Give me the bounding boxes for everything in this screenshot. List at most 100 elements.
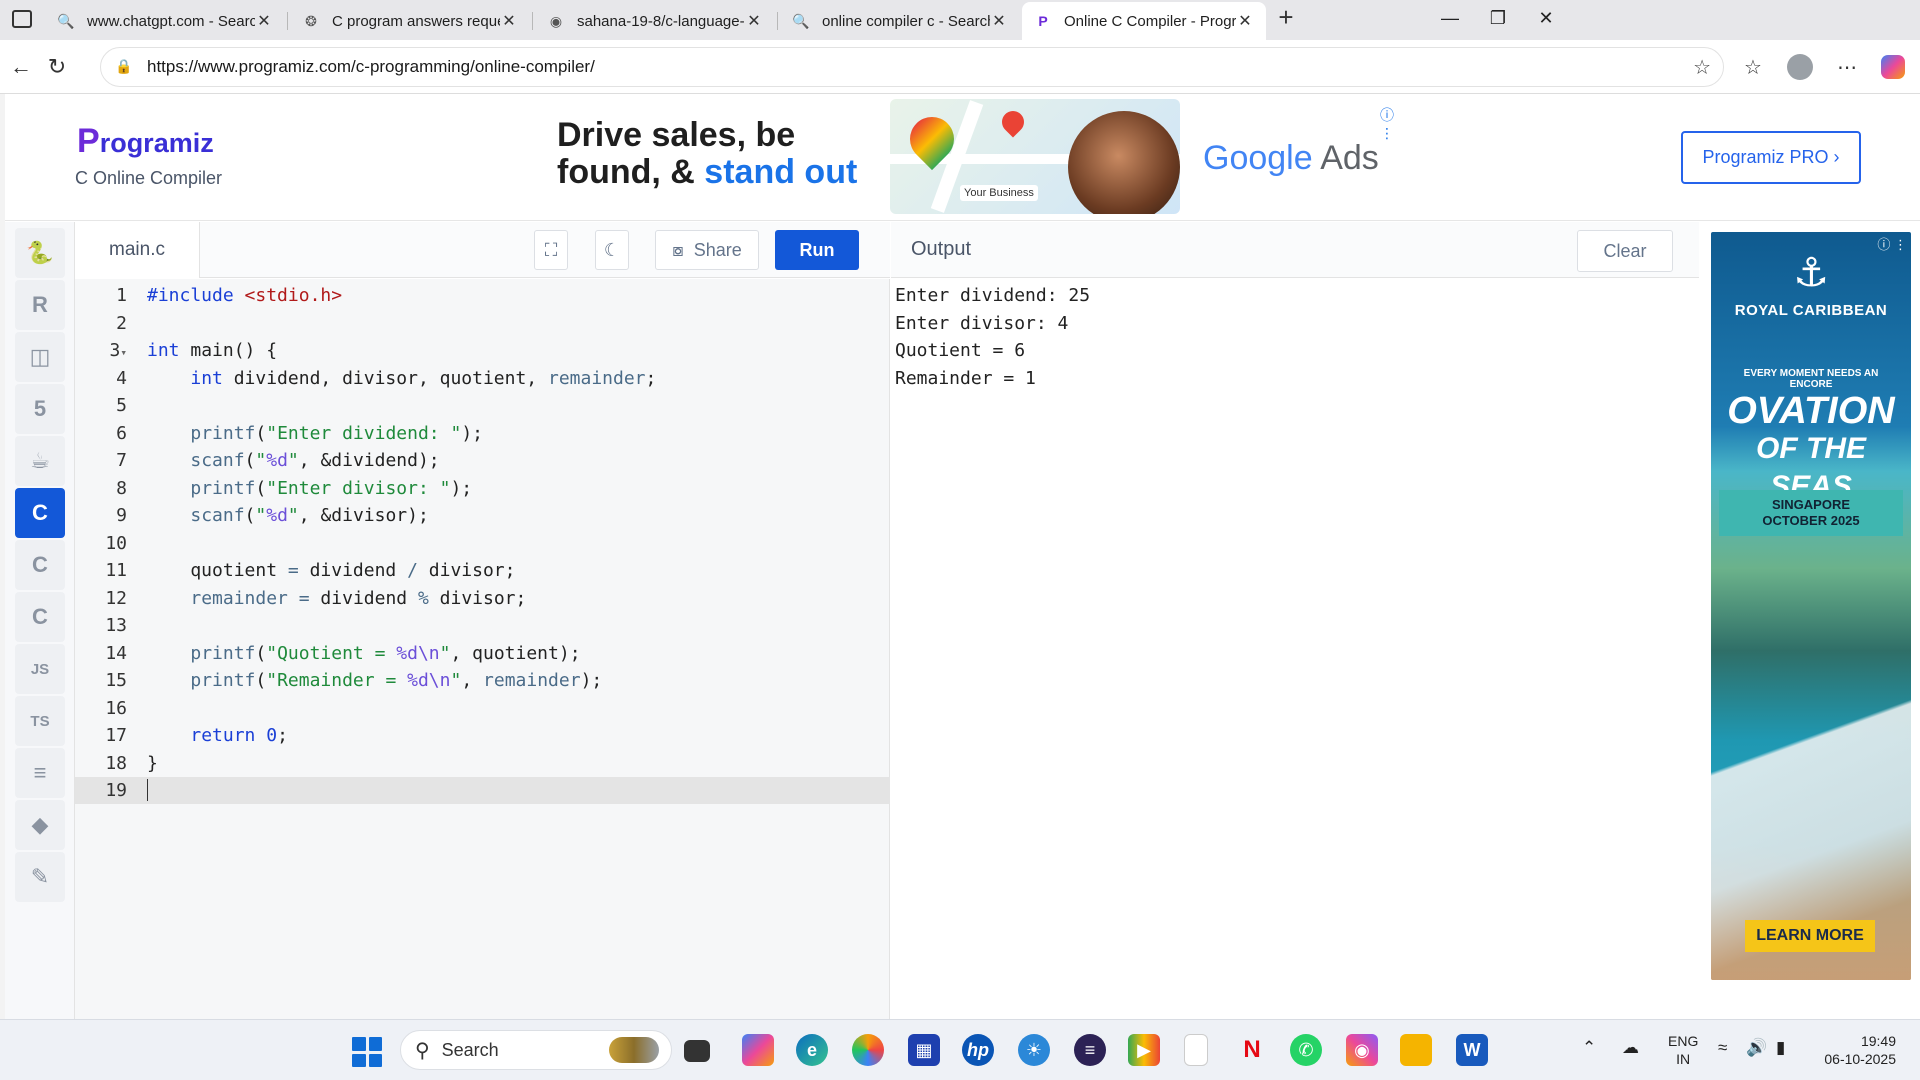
store-icon[interactable]: ▦ [908, 1034, 940, 1066]
search-icon: 🔍 [792, 12, 810, 29]
tab-github[interactable]: ◉ sahana-19-8/c-language-program ✕ [535, 2, 775, 40]
onedrive-icon[interactable]: ☁ [1622, 1038, 1639, 1058]
profile-avatar[interactable] [1785, 52, 1815, 82]
r-lang-icon[interactable]: R [15, 280, 65, 330]
tab-separator [287, 12, 288, 30]
file-icon[interactable] [1184, 1034, 1208, 1066]
chatgpt-icon: ❂ [305, 12, 317, 29]
javascript-icon[interactable]: JS [15, 644, 65, 694]
netflix-icon[interactable]: N [1236, 1034, 1268, 1066]
go-icon[interactable]: ≡ [15, 748, 65, 798]
file-tab[interactable]: main.c [75, 222, 200, 278]
photos-icon[interactable] [852, 1034, 884, 1066]
c-lang-icon[interactable]: C [15, 488, 65, 538]
tab-actions-icon[interactable] [12, 10, 32, 28]
volume-icon[interactable]: 🔊 [1746, 1038, 1767, 1058]
lock-icon: 🔒 [115, 58, 133, 74]
editor-toolbar: main.c ⛶ ☾ ⧇ Share Run [75, 222, 890, 278]
tab-online-compiler-search[interactable]: 🔍 online compiler c - Search ✕ [780, 2, 1020, 40]
weather-icon[interactable]: ☀ [1018, 1034, 1050, 1066]
close-icon[interactable]: ✕ [255, 11, 273, 31]
tab-title: C program answers request [332, 12, 500, 30]
python-icon[interactable]: 🐍 [15, 228, 65, 278]
banner-ad[interactable]: Drive sales, be found, & stand out Your … [545, 99, 1395, 214]
favorites-icon[interactable]: ☆ [1738, 52, 1768, 82]
close-icon[interactable]: ✕ [990, 11, 1008, 31]
copilot-icon[interactable] [742, 1034, 774, 1066]
sql-icon[interactable]: ◫ [15, 332, 65, 382]
whatsapp-icon[interactable]: ✆ [1290, 1034, 1322, 1066]
ad-headline-line-1: Drive sales, be [557, 116, 796, 154]
dark-mode-icon[interactable]: ☾ [595, 230, 629, 270]
typescript-icon[interactable]: TS [15, 696, 65, 746]
eclipse-icon[interactable]: ≡ [1074, 1034, 1106, 1066]
chevron-up-icon[interactable]: ⌃ [1582, 1038, 1596, 1058]
taskbar: ⚲ Search e ▦ hp ☀ ≡ ▶ N ✆ ◉ W ⌃ ☁ ENG IN… [0, 1019, 1920, 1080]
code-editor[interactable]: 1 #include <stdio.h> 2 3▾ int main() { 4 i… [75, 279, 890, 1019]
ad-tagline: EVERY MOMENT NEEDS AN ENCORE [1743, 368, 1879, 390]
kotlin-icon[interactable]: ✎ [15, 852, 65, 902]
ad-destination-line-2: OCTOBER 2025 [1762, 513, 1860, 528]
tab-chatgpt-search[interactable]: 🔍 www.chatgpt.com - Search ✕ [45, 2, 285, 40]
swift-icon[interactable]: ◆ [15, 800, 65, 850]
hp-icon[interactable]: hp [962, 1034, 994, 1066]
edge-browser-icon[interactable]: e [796, 1034, 828, 1066]
word-icon[interactable]: W [1456, 1034, 1488, 1066]
programiz-pro-button[interactable]: Programiz PRO › [1681, 131, 1861, 184]
refresh-icon[interactable]: ↻ [42, 52, 72, 82]
new-tab-button[interactable]: + [1272, 4, 1300, 32]
page-subtitle: C Online Compiler [75, 168, 223, 188]
code-line: 12 remainder = dividend % divisor; [105, 587, 527, 609]
clock[interactable]: 19:49 06-10-2025 [1812, 1032, 1896, 1068]
close-icon[interactable]: ✕ [1236, 11, 1254, 31]
close-icon[interactable]: ✕ [745, 11, 763, 31]
close-icon[interactable]: ✕ [500, 11, 518, 31]
close-window-icon[interactable]: ✕ [1526, 8, 1566, 29]
instagram-icon[interactable]: ◉ [1346, 1034, 1378, 1066]
url-field[interactable]: 🔒 https://www.programiz.com/c-programmin… [100, 47, 1724, 87]
cpp-icon[interactable]: C [15, 540, 65, 590]
ad-ship-line-1: OVATION [1727, 390, 1895, 432]
task-view-icon[interactable] [684, 1040, 710, 1062]
html-icon[interactable]: 5 [15, 384, 65, 434]
meet-icon[interactable]: ▶ [1128, 1034, 1160, 1066]
language-indicator[interactable]: ENG IN [1668, 1032, 1698, 1068]
csharp-icon[interactable]: C [15, 592, 65, 642]
tab-programiz[interactable]: P Online C Compiler - Programiz ✕ [1022, 2, 1266, 40]
programiz-logo[interactable]: Programiz [77, 122, 214, 161]
learn-more-button[interactable]: LEARN MORE [1745, 920, 1875, 952]
battery-icon[interactable]: ▮ [1776, 1038, 1785, 1058]
minimize-icon[interactable]: — [1430, 8, 1470, 29]
java-icon[interactable]: ☕ [15, 436, 65, 486]
share-button[interactable]: ⧇ Share [655, 230, 759, 270]
clear-button[interactable]: Clear [1577, 230, 1673, 272]
more-menu-icon[interactable]: ⋯ [1832, 52, 1862, 82]
code-line: 3▾ int main() { [109, 340, 278, 361]
code-line: 8 printf("Enter divisor: "); [116, 477, 473, 499]
start-windows-icon[interactable] [352, 1037, 382, 1067]
code-line: 9 scanf("%d", &divisor); [116, 505, 429, 526]
wifi-icon[interactable]: ≈ [1718, 1038, 1727, 1058]
back-icon[interactable]: ← [6, 52, 36, 82]
ad-badge: Your Business [960, 185, 1038, 201]
ad-info-icon[interactable]: ⓘ ⋮ [1380, 105, 1395, 142]
run-button[interactable]: Run [775, 230, 859, 270]
tab-separator [532, 12, 533, 30]
fullscreen-icon[interactable]: ⛶ [534, 230, 568, 270]
address-bar: ← ↻ 🔒 https://www.programiz.com/c-progra… [0, 40, 1920, 94]
search-icon: ⚲ [415, 1039, 430, 1062]
language-rail: 🐍 R ◫ 5 ☕ C C C JS TS ≡ ◆ ✎ [5, 222, 75, 1019]
logo-text: rogramiz [99, 128, 214, 158]
restore-icon[interactable]: ❐ [1478, 8, 1518, 29]
tab-c-program-answers[interactable]: ❂ C program answers request ✕ [290, 2, 530, 40]
taskbar-search[interactable]: ⚲ Search [400, 1030, 672, 1070]
code-line: 5 [116, 395, 127, 416]
copilot-icon[interactable] [1878, 52, 1908, 82]
ad-destination: SINGAPORE OCTOBER 2025 [1719, 490, 1903, 536]
output-console[interactable]: Enter dividend: 25 Enter divisor: 4 Quot… [891, 279, 1699, 1019]
favorite-star-icon[interactable]: ☆ [1693, 55, 1711, 80]
file-explorer-icon[interactable] [1400, 1034, 1432, 1066]
map-pin-icon [997, 106, 1029, 138]
side-ad[interactable]: ⓘ ⋮ ⚓ ROYAL CARIBBEAN EVERY MOMENT NEEDS… [1711, 232, 1911, 980]
ad-brand: ROYAL CARIBBEAN [1734, 302, 1888, 319]
